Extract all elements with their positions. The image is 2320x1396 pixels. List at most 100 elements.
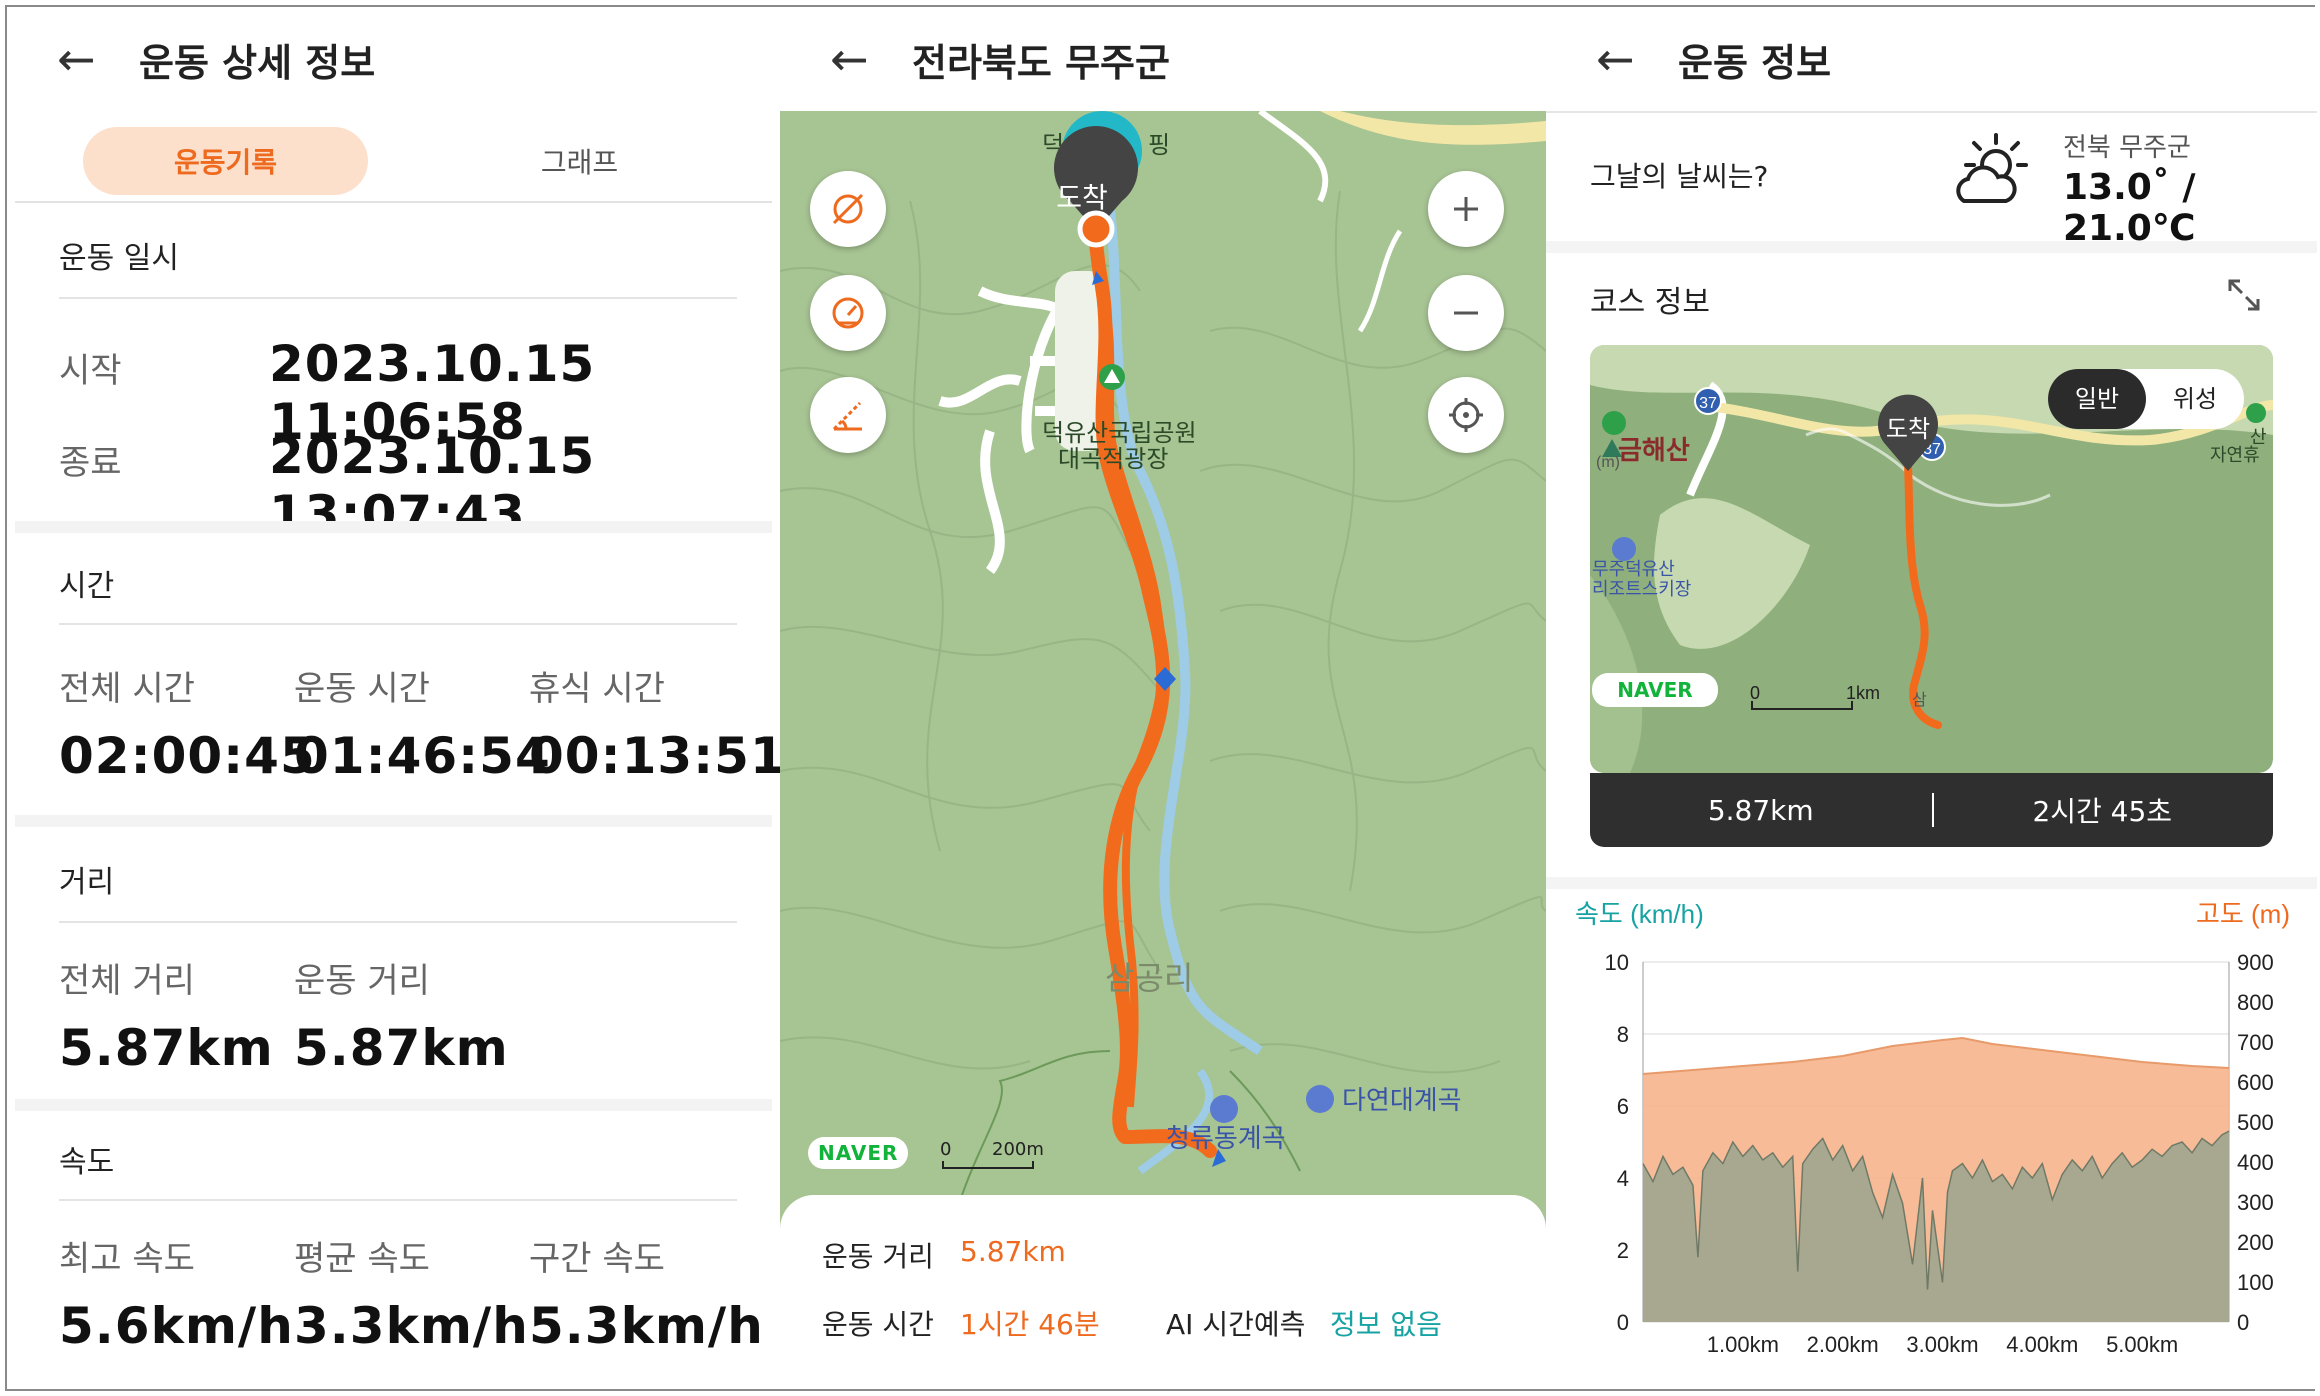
place-label: 덕유산국립공원 xyxy=(1042,420,1197,447)
place-label: 청류동계곡 xyxy=(1166,1123,1286,1153)
x-tick-label: 3.00km xyxy=(1906,1332,1978,1357)
right-tick-label: 300 xyxy=(2237,1190,2274,1215)
minus-icon xyxy=(1454,311,1478,315)
map-type-satellite[interactable]: 위성 xyxy=(2173,386,2217,413)
left-tick-label: 4 xyxy=(1617,1166,1629,1191)
compass-off-icon xyxy=(832,193,864,225)
left-tick-label: 10 xyxy=(1605,950,1629,975)
back-arrow-icon[interactable]: ← xyxy=(1596,36,1656,82)
speed-layer-button[interactable] xyxy=(810,275,886,351)
right-tick-label: 900 xyxy=(2237,950,2274,975)
exercise-distance-label: 운동 거리 xyxy=(294,961,430,1001)
right-tick-label: 600 xyxy=(2237,1070,2274,1095)
side-label: 산 xyxy=(2250,427,2267,447)
section-speed-label: 구간 속도 xyxy=(529,1239,665,1279)
exercise-time-value: 01:46:54 xyxy=(294,727,551,785)
page-title: 운동 상세 정보 xyxy=(139,40,376,85)
slope-icon xyxy=(832,401,862,431)
back-arrow-icon[interactable]: ← xyxy=(830,36,890,82)
course-title: 코스 정보 xyxy=(1590,285,1710,320)
exercise-time-label: 운동 시간 xyxy=(294,669,430,709)
header: ← 전라북도 무주군 xyxy=(780,7,1546,111)
x-tick-label: 1.00km xyxy=(1707,1332,1779,1357)
map-type-normal[interactable]: 일반 xyxy=(2075,386,2119,413)
exercise-detail-panel: ← 운동 상세 정보 운동기록 그래프 운동 일시 시작 2023.10.15 … xyxy=(7,7,780,1389)
distance-label: 운동 거리 xyxy=(822,1240,934,1273)
course-mini-map[interactable]: 37 37 금해산 (m) 무주덕유산 리조트스키장 산 자연휴 도착 삼 NA… xyxy=(1590,345,2273,773)
current-position-icon xyxy=(1077,210,1115,248)
header: ← 운동 상세 정보 xyxy=(7,7,780,111)
left-tick-label: 0 xyxy=(1617,1310,1629,1335)
mountain-label: 금해산 xyxy=(1618,435,1690,465)
mountain-altitude: (m) xyxy=(1596,454,1620,471)
village-label: 삼공리 xyxy=(1105,960,1193,996)
route-map[interactable]: 덕유산국립공원 대곡적광장 삼공리 다연대계곡 청류동계곡 덕 핑 출발 도착 xyxy=(780,111,1546,1201)
right-tick-label: 200 xyxy=(2237,1230,2274,1255)
ai-prediction-label: AI 시간예측 xyxy=(1166,1308,1306,1341)
place-label: 핑 xyxy=(1148,132,1170,159)
divider xyxy=(59,297,737,299)
place-label: 대곡적광장 xyxy=(1058,446,1168,473)
my-location-button[interactable] xyxy=(1428,377,1504,453)
tab-graph[interactable]: 그래프 xyxy=(437,127,722,195)
map-panel: ← 전라북도 무주군 덕유산국립공원 대곡적광장 삼공리 다연대계곡 청류동계곡… xyxy=(780,7,1546,1389)
tab-bar: 운동기록 그래프 xyxy=(7,117,780,207)
course-card: 코스 정보 37 37 금해산 (m) 무주덕유산 리조트스키장 산 자연휴 도… xyxy=(1546,253,2317,877)
mini-naver-logo: NAVER xyxy=(1617,678,1692,702)
course-duration: 2시간 45초 xyxy=(2032,795,2173,828)
road-number: 37 xyxy=(1699,395,1717,412)
left-axis-label: 속도 (km/h) xyxy=(1575,899,1704,929)
exercise-time-label: 운동 시간 xyxy=(822,1308,934,1341)
zoom-in-button[interactable] xyxy=(1428,171,1504,247)
course-distance: 5.87km xyxy=(1707,793,1814,827)
mini-end-marker-label: 도착 xyxy=(1886,416,1930,443)
valley-icon xyxy=(1210,1095,1238,1123)
exercise-time-value: 1시간 46분 xyxy=(960,1308,1100,1341)
mountain-icon xyxy=(1602,411,1626,435)
section-title: 운동 일시 xyxy=(59,241,179,276)
ski-resort-icon xyxy=(1612,537,1636,561)
recreation-forest-icon xyxy=(2246,403,2266,423)
speedometer-icon xyxy=(832,297,864,329)
mini-scale-value: 1km xyxy=(1846,683,1880,703)
max-speed-label: 최고 속도 xyxy=(59,1239,195,1279)
exercise-info-panel: ← 운동 정보 그날의 날씨는? 전북 무주군 13.0˚ / 21.0℃ 코스… xyxy=(1546,7,2317,1389)
end-marker-label: 도착 xyxy=(1056,182,1108,213)
page-title: 운동 정보 xyxy=(1678,40,1832,85)
partly-cloudy-icon xyxy=(1956,133,2028,203)
back-arrow-icon[interactable]: ← xyxy=(57,36,117,82)
header: ← 운동 정보 xyxy=(1546,7,2317,111)
summary-sheet: 운동 거리 5.87km 운동 시간 1시간 46분 AI 시간예측 정보 없음 xyxy=(780,1195,1546,1389)
right-axis-label: 고도 (m) xyxy=(2196,899,2290,929)
right-tick-label: 0 xyxy=(2237,1310,2249,1335)
rest-time-value: 00:13:51 xyxy=(529,727,780,785)
ski-resort-label: 리조트스키장 xyxy=(1592,579,1691,599)
time-section: 시간 전체 시간 02:00:45 운동 시간 01:46:54 휴식 시간 0… xyxy=(15,533,780,815)
hide-route-button[interactable] xyxy=(810,171,886,247)
weather-region: 전북 무주군 xyxy=(2063,133,2191,163)
weather-question: 그날의 날씨는? xyxy=(1590,160,1769,193)
weather-temperatures: 13.0˚ / 21.0℃ xyxy=(2063,167,2196,249)
divider xyxy=(59,921,737,923)
total-distance-value: 5.87km xyxy=(59,1019,274,1077)
right-tick-label: 700 xyxy=(2237,1030,2274,1055)
screenshot-frame: ← 운동 상세 정보 운동기록 그래프 운동 일시 시작 2023.10.15 … xyxy=(5,5,2317,1391)
mini-scale-zero: 0 xyxy=(1750,683,1760,703)
expand-icon[interactable] xyxy=(2222,273,2266,317)
end-label: 종료 xyxy=(59,443,122,483)
tab-exercise-record[interactable]: 운동기록 xyxy=(83,127,368,195)
slope-layer-button[interactable] xyxy=(810,377,886,453)
max-speed-value: 5.6km/h xyxy=(59,1297,294,1355)
weather-card: 그날의 날씨는? 전북 무주군 13.0˚ / 21.0℃ xyxy=(1546,113,2317,249)
avg-speed-value: 3.3km/h xyxy=(294,1297,529,1355)
x-tick-label: 4.00km xyxy=(2006,1332,2078,1357)
plus-icon xyxy=(1454,197,1478,221)
ski-resort-label: 무주덕유산 xyxy=(1592,559,1675,579)
speed-section: 속도 최고 속도 5.6km/h 평균 속도 3.3km/h 구간 속도 5.3… xyxy=(15,1111,772,1389)
right-tick-label: 500 xyxy=(2237,1110,2274,1135)
section-speed-value: 5.3km/h xyxy=(529,1297,764,1355)
map-scale-bar xyxy=(942,1161,1034,1169)
zoom-out-button[interactable] xyxy=(1428,275,1504,351)
valley-icon xyxy=(1306,1085,1334,1113)
map-scale-value: 200m xyxy=(992,1139,1044,1160)
